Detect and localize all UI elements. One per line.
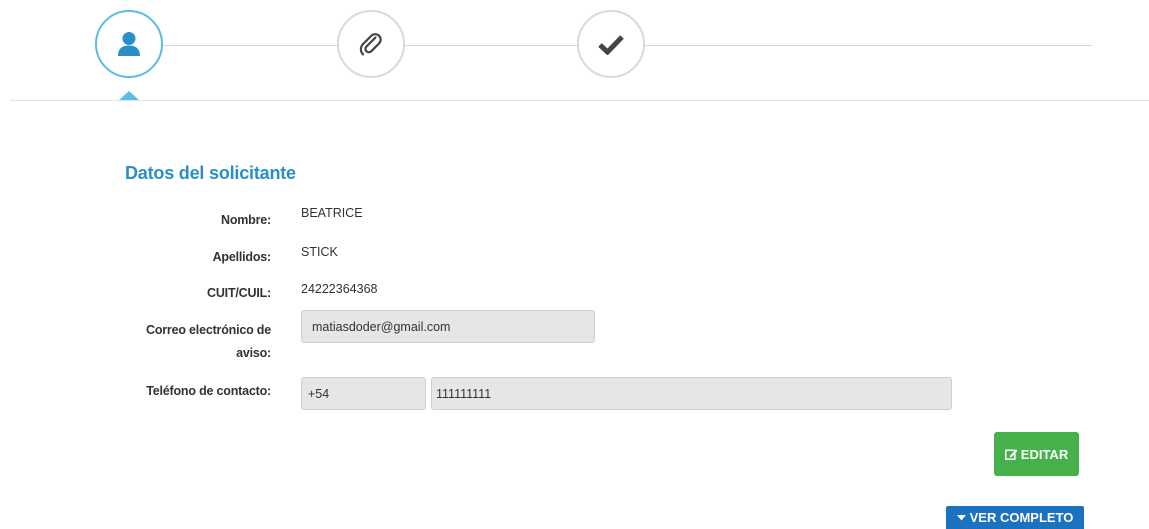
phone-prefix-field[interactable] (301, 377, 426, 410)
step-connector (163, 45, 338, 46)
phone-label: Teléfono de contacto: (146, 384, 271, 398)
edit-icon (1004, 449, 1018, 460)
edit-button-label: EDITAR (1020, 446, 1069, 462)
cuit-label: CUIT/CUIL: (207, 286, 271, 300)
view-full-button-label: VER COMPLETO (969, 510, 1074, 525)
progress-stepper (0, 0, 1149, 110)
section-title: Datos del solicitante (125, 163, 296, 183)
step-3-confirm[interactable] (577, 10, 645, 78)
step-connector (405, 45, 578, 46)
email-label-line1: Correo electrónico de (146, 323, 271, 337)
step-1-applicant[interactable] (95, 10, 163, 78)
header-divider (10, 100, 1149, 101)
email-label: Correo electrónico de aviso: (121, 319, 271, 365)
edit-button[interactable]: EDITAR (994, 432, 1079, 476)
email-label-line2: aviso: (236, 346, 271, 360)
apellidos-label: Apellidos: (212, 250, 272, 264)
caret-down-icon (956, 514, 966, 520)
nombre-label: Nombre: (221, 213, 271, 227)
paperclip-icon (359, 33, 382, 56)
phone-number-field[interactable] (431, 377, 952, 410)
email-field[interactable] (301, 310, 595, 343)
step-2-attachments[interactable] (337, 10, 405, 78)
user-icon (118, 32, 140, 56)
view-full-button[interactable]: VER COMPLETO (946, 506, 1084, 529)
nombre-value: BEATRICE (301, 206, 363, 220)
step-connector (645, 45, 1092, 46)
apellidos-value: STICK (301, 245, 338, 259)
cuit-value: 24222364368 (301, 282, 378, 296)
checkmark-icon (598, 35, 624, 55)
